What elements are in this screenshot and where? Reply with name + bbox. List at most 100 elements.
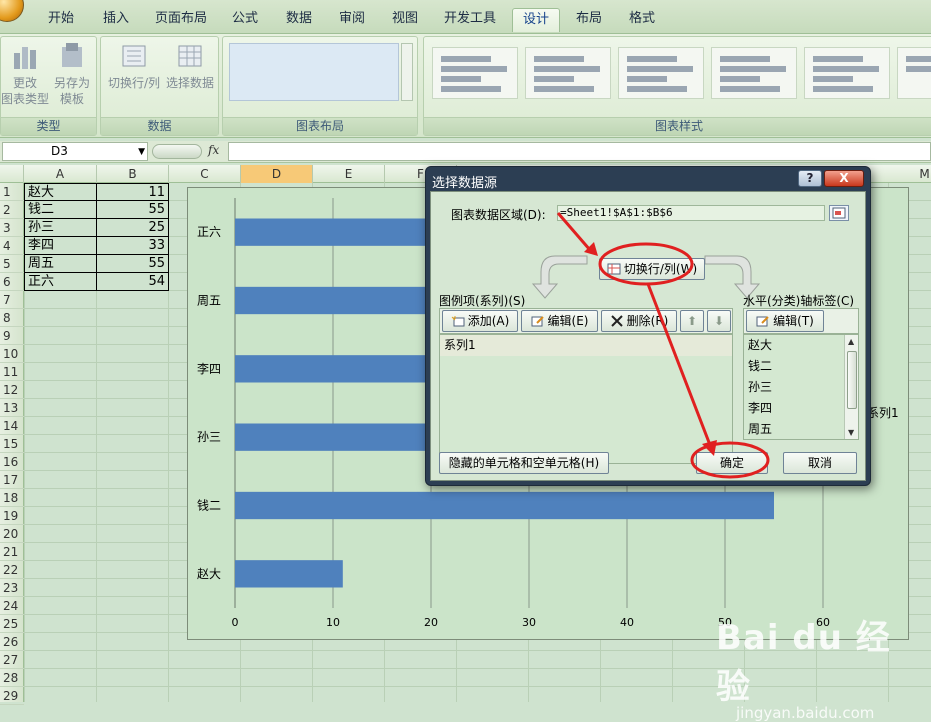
chart-style-thumb[interactable] [897, 47, 931, 99]
row-header[interactable]: 19 [0, 507, 24, 525]
column-header-c[interactable]: C [169, 165, 241, 183]
chart-style-thumb[interactable] [711, 47, 797, 99]
scroll-down-icon[interactable]: ▼ [848, 428, 854, 437]
cell-name[interactable]: 李四 [24, 237, 97, 255]
row-header[interactable]: 17 [0, 471, 24, 489]
column-header-m[interactable]: M [895, 165, 931, 183]
cell-value[interactable]: 33 [97, 237, 169, 255]
tab-insert[interactable]: 插入 [93, 8, 139, 32]
series-list-item[interactable]: 系列1 [440, 335, 732, 356]
add-series-button[interactable]: 添加(A) [442, 310, 518, 332]
axis-list-item[interactable]: 李四 [744, 398, 858, 419]
row-header[interactable]: 11 [0, 363, 24, 381]
ok-button[interactable]: 确定 [696, 452, 768, 474]
tab-home[interactable]: 开始 [38, 8, 84, 32]
tab-view[interactable]: 视图 [382, 8, 428, 32]
row-header[interactable]: 12 [0, 381, 24, 399]
switch-row-col-button[interactable]: 切换行/列(W) [599, 258, 705, 280]
office-button[interactable] [0, 0, 24, 22]
row-header[interactable]: 20 [0, 525, 24, 543]
column-header-b[interactable]: B [97, 165, 169, 183]
axis-list-item[interactable]: 赵大 [744, 335, 858, 356]
scroll-thumb[interactable] [847, 351, 857, 409]
range-picker-icon[interactable] [829, 205, 849, 221]
tab-formulas[interactable]: 公式 [222, 8, 268, 32]
row-header[interactable]: 6 [0, 273, 24, 291]
cell-name[interactable]: 正六 [24, 273, 97, 291]
chart-style-thumb[interactable] [618, 47, 704, 99]
select-all-corner[interactable] [0, 165, 24, 183]
cell-value[interactable]: 55 [97, 201, 169, 219]
row-header[interactable]: 7 [0, 291, 24, 309]
row-header[interactable]: 2 [0, 201, 24, 219]
axis-labels-list[interactable]: 赵大 钱二 孙三 李四 周五 ▲ ▼ [743, 334, 859, 440]
cell-value[interactable]: 55 [97, 255, 169, 273]
chart-style-thumb[interactable] [432, 47, 518, 99]
row-header[interactable]: 16 [0, 453, 24, 471]
column-header-a[interactable]: A [24, 165, 97, 183]
tab-format[interactable]: 格式 [619, 8, 665, 32]
row-header[interactable]: 25 [0, 615, 24, 633]
row-header[interactable]: 15 [0, 435, 24, 453]
cell-name[interactable]: 钱二 [24, 201, 97, 219]
row-header[interactable]: 4 [0, 237, 24, 255]
row-header[interactable]: 8 [0, 309, 24, 327]
range-input[interactable]: =Sheet1!$A$1:$B$6 [557, 205, 825, 221]
axis-list-item[interactable]: 钱二 [744, 356, 858, 377]
column-header-d[interactable]: D [241, 165, 313, 183]
column-header-e[interactable]: E [313, 165, 385, 183]
chart-style-thumb[interactable] [525, 47, 611, 99]
help-button[interactable]: ? [798, 170, 822, 187]
save-as-template-button[interactable]: 另存为 模板 [48, 41, 96, 107]
row-header[interactable]: 3 [0, 219, 24, 237]
axis-list-item[interactable]: 孙三 [744, 377, 858, 398]
tab-developer[interactable]: 开发工具 [434, 8, 506, 32]
tab-review[interactable]: 审阅 [329, 8, 375, 32]
edit-series-button[interactable]: 编辑(E) [521, 310, 598, 332]
chevron-down-icon[interactable]: ▼ [138, 144, 145, 161]
move-down-button[interactable]: ⬇ [707, 310, 731, 332]
close-button[interactable]: X [824, 170, 864, 187]
select-data-ribbon-button[interactable]: 选择数据 [163, 41, 217, 91]
change-chart-type-button[interactable]: 更改 图表类型 [1, 41, 49, 107]
row-header[interactable]: 13 [0, 399, 24, 417]
row-header[interactable]: 10 [0, 345, 24, 363]
row-header[interactable]: 29 [0, 687, 24, 705]
row-header[interactable]: 1 [0, 183, 24, 201]
row-header[interactable]: 14 [0, 417, 24, 435]
tab-data[interactable]: 数据 [276, 8, 322, 32]
switch-row-col-ribbon-button[interactable]: 切换行/列 [105, 41, 163, 91]
chart-layout-gallery-scroll[interactable] [401, 43, 413, 101]
hidden-empty-cells-button[interactable]: 隐藏的单元格和空单元格(H) [439, 452, 609, 474]
row-header[interactable]: 22 [0, 561, 24, 579]
row-header[interactable]: 24 [0, 597, 24, 615]
cell-value[interactable]: 11 [97, 183, 169, 201]
axis-list-item[interactable]: 周五 [744, 419, 858, 439]
chart-style-thumb[interactable] [804, 47, 890, 99]
row-header[interactable]: 5 [0, 255, 24, 273]
axis-list-scrollbar[interactable]: ▲ ▼ [844, 335, 858, 439]
cell-name[interactable]: 孙三 [24, 219, 97, 237]
row-header[interactable]: 21 [0, 543, 24, 561]
row-header[interactable]: 23 [0, 579, 24, 597]
row-header[interactable]: 9 [0, 327, 24, 345]
cell-name[interactable]: 赵大 [24, 183, 97, 201]
cancel-button[interactable]: 取消 [783, 452, 857, 474]
cell-name[interactable]: 周五 [24, 255, 97, 273]
row-header[interactable]: 26 [0, 633, 24, 651]
series-list[interactable]: 系列1 [439, 334, 733, 464]
chart-layout-gallery[interactable] [229, 43, 399, 101]
row-header[interactable]: 28 [0, 669, 24, 687]
tab-chart-layout[interactable]: 布局 [566, 8, 612, 32]
tab-page-layout[interactable]: 页面布局 [145, 8, 217, 32]
scroll-up-icon[interactable]: ▲ [848, 337, 854, 346]
cell-value[interactable]: 25 [97, 219, 169, 237]
tab-design[interactable]: 设计 [512, 8, 561, 32]
row-header[interactable]: 18 [0, 489, 24, 507]
name-box[interactable]: D3 ▼ [2, 142, 148, 161]
row-header[interactable]: 27 [0, 651, 24, 669]
delete-series-button[interactable]: 删除(R) [601, 310, 677, 332]
insert-function-icon[interactable]: fx [208, 143, 219, 157]
formula-input[interactable] [228, 142, 931, 161]
move-up-button[interactable]: ⬆ [680, 310, 704, 332]
